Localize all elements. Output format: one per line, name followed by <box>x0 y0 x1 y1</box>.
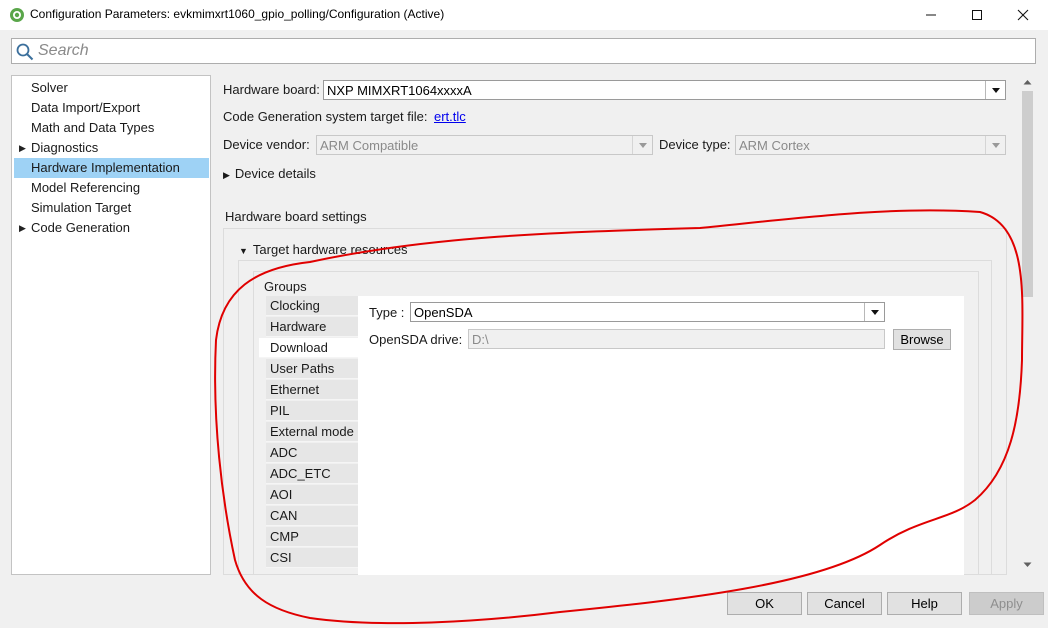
cancel-button[interactable]: Cancel <box>807 592 882 615</box>
tree-item-label: Data Import/Export <box>31 100 141 115</box>
device-details-label: Device details <box>234 166 316 181</box>
collapse-arrow-icon: ▼ <box>239 246 248 256</box>
group-tab-hardware[interactable]: Hardware <box>266 317 358 337</box>
group-tab-aoi[interactable]: AOI <box>266 485 358 505</box>
tree-item-label: Solver <box>31 80 68 95</box>
expand-arrow-icon[interactable]: ▶ <box>19 218 26 238</box>
device-type-value: ARM Cortex <box>739 138 810 153</box>
group-tab-csi[interactable]: CSI <box>266 548 358 568</box>
apply-button[interactable]: Apply <box>969 592 1044 615</box>
title-bar: Configuration Parameters: evkmimxrt1060_… <box>0 0 1048 30</box>
scroll-up-icon[interactable] <box>1023 79 1032 85</box>
tree-item-label: Simulation Target <box>31 200 132 215</box>
download-type-dropdown[interactable]: OpenSDA <box>410 302 885 322</box>
browse-button[interactable]: Browse <box>893 329 951 350</box>
search-icon <box>16 43 34 61</box>
chevron-down-icon[interactable] <box>864 303 884 321</box>
group-tab-ethernet[interactable]: Ethernet <box>266 380 358 400</box>
chevron-down-icon[interactable] <box>985 136 1005 154</box>
tree-item-model-referencing[interactable]: Model Referencing <box>14 178 209 198</box>
tree-item-hardware-implementation[interactable]: Hardware Implementation <box>14 158 209 178</box>
board-settings-heading: Hardware board settings <box>225 209 367 224</box>
opensda-drive-value: D:\ <box>472 332 489 347</box>
close-button[interactable] <box>1000 0 1046 30</box>
tree-item-data-import-export[interactable]: Data Import/Export <box>14 98 209 118</box>
simulink-icon <box>10 8 24 22</box>
tree-item-math-and-data-types[interactable]: Math and Data Types <box>14 118 209 138</box>
device-details-toggle[interactable]: ▶ Device details <box>223 166 316 181</box>
tree-item-label: Hardware Implementation <box>31 160 180 175</box>
help-button[interactable]: Help <box>887 592 962 615</box>
device-type-dropdown[interactable]: ARM Cortex <box>735 135 1006 155</box>
hardware-board-dropdown[interactable]: NXP MIMXRT1064xxxxA <box>323 80 1006 100</box>
minimize-icon <box>926 14 936 16</box>
download-type-label: Type : <box>369 305 405 320</box>
download-type-value: OpenSDA <box>414 305 473 320</box>
search-input[interactable] <box>38 41 1028 61</box>
opensda-drive-label: OpenSDA drive: <box>369 332 463 347</box>
maximize-icon <box>972 10 982 20</box>
target-resources-toggle[interactable]: ▼ Target hardware resources <box>239 242 408 257</box>
opensda-drive-field[interactable]: D:\ <box>468 329 885 349</box>
groups-label: Groups <box>264 279 307 294</box>
group-tab-download[interactable]: Download <box>259 338 359 358</box>
scroll-down-icon[interactable] <box>1023 562 1032 568</box>
scroll-thumb[interactable] <box>1022 91 1033 297</box>
tree-item-code-generation[interactable]: ▶ Code Generation <box>14 218 209 238</box>
tree-item-label: Math and Data Types <box>31 120 155 135</box>
hardware-board-value: NXP MIMXRT1064xxxxA <box>327 83 472 98</box>
tree-item-label: Model Referencing <box>31 180 141 195</box>
chevron-down-icon[interactable] <box>985 81 1005 99</box>
device-type-label: Device type: <box>659 137 731 152</box>
chevron-down-icon[interactable] <box>632 136 652 154</box>
expand-arrow-icon[interactable]: ▶ <box>19 138 26 158</box>
tree-item-solver[interactable]: Solver <box>14 78 209 98</box>
category-tree: Solver Data Import/Export Math and Data … <box>11 75 211 575</box>
tree-item-diagnostics[interactable]: ▶ Diagnostics <box>14 138 209 158</box>
hardware-board-label: Hardware board: <box>223 82 320 97</box>
target-resources-label: Target hardware resources <box>252 242 408 257</box>
expand-arrow-icon: ▶ <box>223 170 230 180</box>
group-tab-can[interactable]: CAN <box>266 506 358 526</box>
window-title: Configuration Parameters: evkmimxrt1060_… <box>30 7 445 21</box>
device-vendor-value: ARM Compatible <box>320 138 419 153</box>
group-tab-external-mode[interactable]: External mode <box>266 422 358 442</box>
group-tab-clocking[interactable]: Clocking <box>266 296 358 316</box>
group-tab-cmp[interactable]: CMP <box>266 527 358 547</box>
tree-item-label: Code Generation <box>31 220 131 235</box>
group-tab-adc[interactable]: ADC <box>266 443 358 463</box>
close-icon <box>1017 9 1029 21</box>
target-file-link[interactable]: ert.tlc <box>434 109 466 124</box>
target-file-label: Code Generation system target file: <box>223 109 428 124</box>
ok-button[interactable]: OK <box>727 592 802 615</box>
search-box[interactable] <box>11 38 1036 64</box>
tree-item-label: Diagnostics <box>31 140 99 155</box>
device-vendor-label: Device vendor: <box>223 137 310 152</box>
device-vendor-dropdown[interactable]: ARM Compatible <box>316 135 653 155</box>
tree-item-simulation-target[interactable]: Simulation Target <box>14 198 209 218</box>
vertical-scrollbar[interactable] <box>1019 75 1036 575</box>
group-tab-pil[interactable]: PIL <box>266 401 358 421</box>
groups-list: Clocking Hardware Download User Paths Et… <box>259 296 359 575</box>
group-tab-user-paths[interactable]: User Paths <box>266 359 358 379</box>
minimize-button[interactable] <box>908 0 954 30</box>
hardware-implementation-panel: Hardware board: NXP MIMXRT1064xxxxA Code… <box>215 75 1018 575</box>
group-tab-adc-etc[interactable]: ADC_ETC <box>266 464 358 484</box>
maximize-button[interactable] <box>954 0 1000 30</box>
